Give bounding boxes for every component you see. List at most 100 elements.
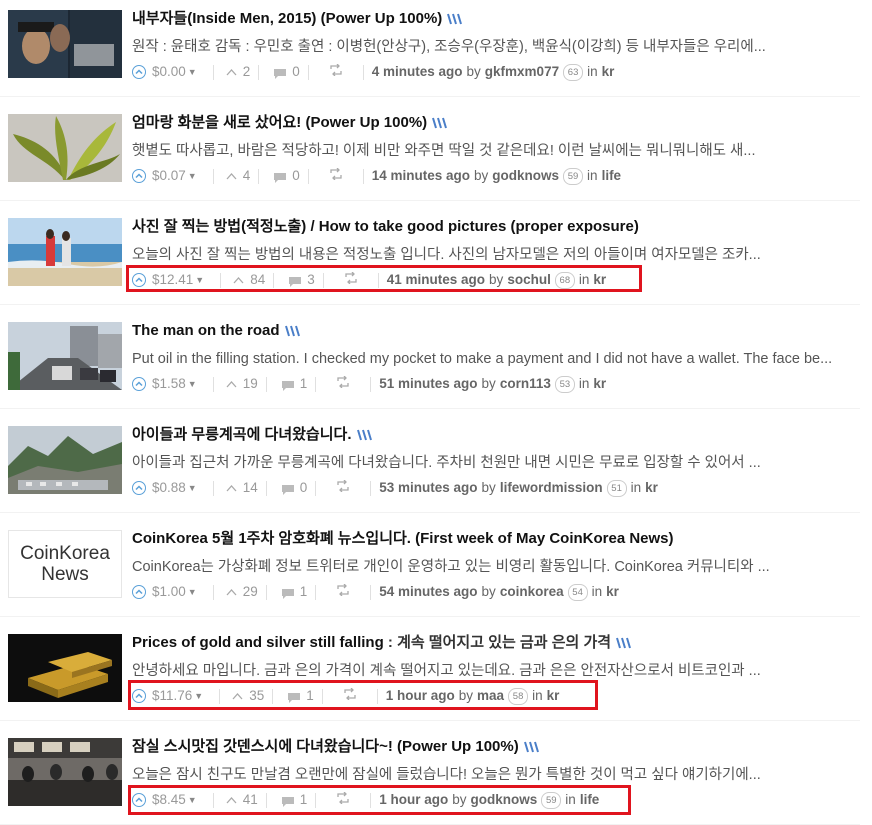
post-time[interactable]: 4 minutes ago [372,62,463,82]
post-title[interactable]: 내부자들(Inside Men, 2015) (Power Up 100%) [132,9,852,29]
post-thumbnail[interactable]: CoinKorea News [8,530,122,598]
payout-value[interactable]: $8.45 [152,790,186,810]
votes-icon[interactable] [226,374,237,394]
chevron-down-icon[interactable]: ▼ [188,582,197,602]
post-time[interactable]: 51 minutes ago [379,374,477,394]
category-link[interactable]: life [602,166,622,186]
post-title[interactable]: 사진 잘 찍는 방법(적정노출) / How to take good pict… [132,217,852,237]
chevron-down-icon[interactable]: ▼ [188,478,197,498]
reblog-icon[interactable] [336,582,350,602]
vote-count[interactable]: 19 [243,374,258,394]
category-link[interactable]: kr [606,582,619,602]
author-link[interactable]: godknows [471,790,538,810]
comment-count[interactable]: 0 [292,166,300,186]
post-time[interactable]: 53 minutes ago [379,478,477,498]
comment-icon[interactable] [281,586,295,600]
post-thumbnail[interactable] [8,634,122,702]
comment-icon[interactable] [281,794,295,808]
comment-icon[interactable] [273,170,287,184]
comment-icon[interactable] [273,66,287,80]
chevron-down-icon[interactable]: ▼ [188,374,197,394]
upvote-icon[interactable] [132,273,146,288]
comment-count[interactable]: 0 [292,62,300,82]
vote-count[interactable]: 35 [249,686,264,706]
upvote-icon[interactable] [132,169,146,184]
comment-count[interactable]: 1 [300,790,308,810]
chevron-down-icon[interactable]: ▼ [195,270,204,290]
post-excerpt[interactable]: 오늘의 사진 잘 찍는 방법의 내용은 적정노출 입니다. 사진의 남자모델은 … [132,245,844,265]
category-link[interactable]: kr [602,62,615,82]
upvote-icon[interactable] [132,377,146,392]
comment-icon[interactable] [281,482,295,496]
comment-count[interactable]: 3 [307,270,315,290]
post-thumbnail[interactable] [8,738,122,806]
chevron-down-icon[interactable]: ▼ [188,790,197,810]
reblog-icon[interactable] [344,270,358,290]
vote-count[interactable]: 4 [243,166,251,186]
post-time[interactable]: 1 hour ago [386,686,455,706]
comment-count[interactable]: 1 [300,374,308,394]
post-title[interactable]: The man on the road [132,321,852,341]
post-thumbnail[interactable] [8,10,122,78]
comment-icon[interactable] [287,690,301,704]
reblog-icon[interactable] [329,62,343,82]
chevron-down-icon[interactable]: ▼ [194,686,203,706]
post-time[interactable]: 1 hour ago [379,790,448,810]
post-title[interactable]: Prices of gold and silver still falling … [132,633,852,653]
payout-value[interactable]: $0.00 [152,62,186,82]
vote-count[interactable]: 29 [243,582,258,602]
upvote-icon[interactable] [132,793,146,808]
payout-value[interactable]: $11.76 [152,686,192,706]
post-title[interactable]: CoinKorea 5월 1주차 암호화폐 뉴스입니다. (First week… [132,529,852,549]
post-thumbnail[interactable] [8,114,122,182]
post-excerpt[interactable]: CoinKorea는 가상화폐 정보 트위터로 개인이 운영하고 있는 비영리 … [132,557,844,577]
post-excerpt[interactable]: 안녕하세요 마입니다. 금과 은의 가격이 계속 떨어지고 있는데요. 금과 은… [132,661,844,681]
vote-count[interactable]: 2 [243,62,251,82]
votes-icon[interactable] [226,166,237,186]
votes-icon[interactable] [226,62,237,82]
post-time[interactable]: 54 minutes ago [379,582,477,602]
category-link[interactable]: kr [593,270,606,290]
author-link[interactable]: lifewordmission [500,478,603,498]
comment-icon[interactable] [281,378,295,392]
category-link[interactable]: life [580,790,600,810]
upvote-icon[interactable] [132,585,146,600]
votes-icon[interactable] [232,686,243,706]
upvote-icon[interactable] [132,689,146,704]
post-title[interactable]: 잠실 스시맛집 갓덴스시에 다녀왔습니다~! (Power Up 100%) [132,737,852,757]
chevron-down-icon[interactable]: ▼ [188,166,197,186]
vote-count[interactable]: 41 [243,790,258,810]
reblog-icon[interactable] [343,686,357,706]
author-link[interactable]: godknows [492,166,559,186]
post-title[interactable]: 아이들과 무릉계곡에 다녀왔습니다. [132,425,852,445]
reblog-icon[interactable] [336,374,350,394]
payout-value[interactable]: $0.88 [152,478,186,498]
author-link[interactable]: corn113 [500,374,551,394]
upvote-icon[interactable] [132,481,146,496]
comment-count[interactable]: 1 [306,686,314,706]
vote-count[interactable]: 14 [243,478,258,498]
comment-icon[interactable] [288,274,302,288]
post-time[interactable]: 14 minutes ago [372,166,470,186]
votes-icon[interactable] [226,790,237,810]
post-excerpt[interactable]: 오늘은 잠시 친구도 만날겸 오랜만에 잠실에 들렀습니다! 오늘은 뭔가 특별… [132,765,844,785]
reblog-icon[interactable] [336,478,350,498]
post-thumbnail[interactable] [8,322,122,390]
votes-icon[interactable] [226,582,237,602]
post-thumbnail[interactable] [8,218,122,286]
author-link[interactable]: sochul [507,270,551,290]
reblog-icon[interactable] [329,166,343,186]
upvote-icon[interactable] [132,65,146,80]
post-excerpt[interactable]: 햇볕도 따사롭고, 바람은 적당하고! 이제 비만 와주면 딱일 것 같은데요!… [132,141,844,161]
author-link[interactable]: coinkorea [500,582,564,602]
reblog-icon[interactable] [336,790,350,810]
category-link[interactable]: kr [645,478,658,498]
post-excerpt[interactable]: 원작 : 윤태호 감독 : 우민호 출연 : 이병헌(안상구), 조승우(우장훈… [132,37,844,57]
chevron-down-icon[interactable]: ▼ [188,62,197,82]
post-time[interactable]: 41 minutes ago [387,270,485,290]
payout-value[interactable]: $1.00 [152,582,186,602]
post-thumbnail[interactable] [8,426,122,494]
comment-count[interactable]: 0 [300,478,308,498]
votes-icon[interactable] [233,270,244,290]
author-link[interactable]: gkfmxm077 [485,62,559,82]
